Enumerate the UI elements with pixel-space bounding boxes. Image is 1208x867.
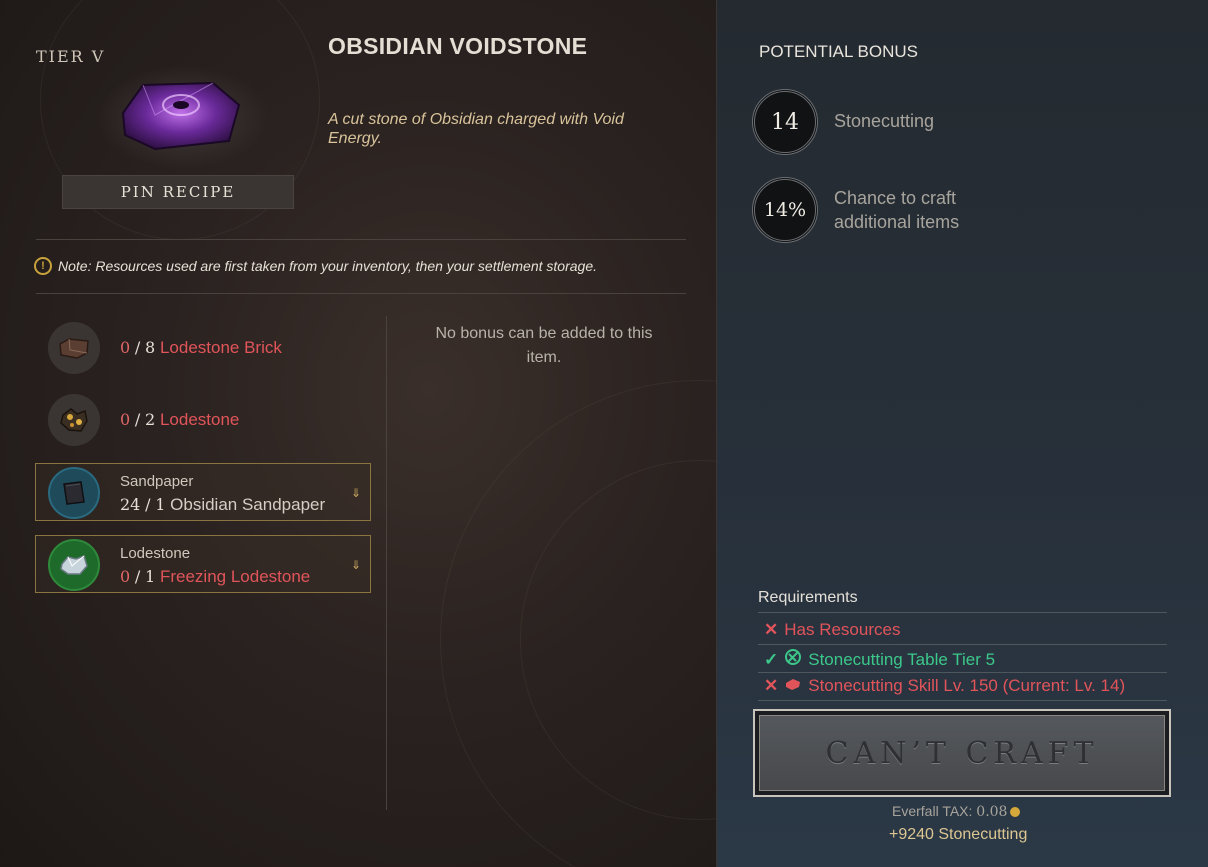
- divider: [758, 700, 1167, 701]
- chevron-down-icon[interactable]: ⇓: [351, 558, 361, 572]
- check-icon: ✓: [764, 649, 779, 669]
- tax-label: Everfall TAX:: [892, 803, 973, 819]
- need-qty: 8: [145, 338, 156, 357]
- coin-icon: [1010, 807, 1021, 817]
- item-title: OBSIDIAN VOIDSTONE: [328, 33, 588, 59]
- tier-label: TIER V: [36, 47, 106, 66]
- obsidian-sandpaper-icon: [48, 467, 100, 519]
- have-qty: 0: [120, 567, 131, 586]
- chevron-down-icon[interactable]: ⇓: [351, 486, 361, 500]
- chance-label-line: additional items: [834, 212, 960, 232]
- pin-recipe-button[interactable]: PIN RECIPE: [62, 175, 294, 209]
- need-qty: 1: [145, 567, 156, 586]
- requirement-skill: ✕ Stonecutting Skill Lv. 150 (Current: L…: [764, 676, 1125, 696]
- resource-row-lodestone-brick[interactable]: 0 / 8 Lodestone Brick: [48, 322, 282, 374]
- warning-icon: !: [34, 257, 52, 275]
- stonecutting-skill-icon: [784, 676, 802, 696]
- close-icon: ✕: [764, 676, 779, 695]
- requirement-text: Stonecutting Table Tier 5: [808, 649, 996, 669]
- inventory-note: ! Note: Resources used are first taken f…: [34, 257, 597, 275]
- column-divider: [386, 316, 387, 810]
- obsidian-voidstone-icon: [95, 65, 270, 170]
- craft-button-label: CAN’T CRAFT: [759, 715, 1165, 791]
- requirement-has-resources: ✕ Has Resources: [764, 620, 900, 640]
- have-qty: 0: [120, 338, 131, 357]
- resource-category: Sandpaper: [120, 473, 194, 490]
- stonecutting-table-icon: [784, 648, 802, 671]
- resource-select-sandpaper[interactable]: Sandpaper 24 / 1 Obsidian Sandpaper ⇓: [35, 463, 371, 521]
- no-bonus-text: No bonus can be added to this item.: [435, 325, 653, 366]
- chance-badge: 14%: [752, 177, 818, 243]
- resource-row-lodestone[interactable]: 0 / 2 Lodestone: [48, 394, 239, 446]
- lodestone-icon: [48, 394, 100, 446]
- requirement-station: ✓ Stonecutting Table Tier 5: [764, 648, 995, 671]
- potential-bonus-title: POTENTIAL BONUS: [759, 42, 919, 61]
- craft-button[interactable]: CAN’T CRAFT: [753, 709, 1171, 797]
- resource-select-lodestone[interactable]: Lodestone 0 / 1 Freezing Lodestone ⇓: [35, 535, 371, 593]
- skill-label: Stonecutting: [834, 111, 935, 131]
- have-qty: 0: [120, 410, 131, 429]
- need-qty: 2: [145, 410, 156, 429]
- resource-name: Freezing Lodestone: [159, 567, 311, 586]
- qty-separator: /: [134, 338, 141, 357]
- requirement-text: Has Resources: [784, 620, 901, 639]
- tax-info: Everfall TAX: 0.08: [892, 803, 1021, 820]
- resource-name: Lodestone: [159, 410, 240, 429]
- qty-separator: /: [134, 567, 141, 586]
- divider: [36, 239, 686, 240]
- note-text: Note: Resources used are first taken fro…: [58, 258, 597, 274]
- need-qty: 1: [155, 495, 166, 514]
- tax-value: 0.08: [976, 804, 1008, 820]
- item-description: A cut stone of Obsidian charged with Voi…: [328, 111, 624, 147]
- close-icon: ✕: [764, 620, 779, 639]
- qty-separator: /: [145, 495, 151, 514]
- resource-name: Obsidian Sandpaper: [170, 495, 326, 514]
- chance-label-line: Chance to craft: [834, 188, 957, 208]
- divider: [758, 612, 1167, 613]
- skill-level-badge: 14: [752, 89, 818, 155]
- resource-name: Lodestone Brick: [159, 338, 282, 357]
- lodestone-brick-icon: [48, 322, 100, 374]
- qty-separator: /: [134, 410, 141, 429]
- divider: [758, 644, 1167, 645]
- divider: [758, 672, 1167, 673]
- requirement-text: Stonecutting Skill Lv. 150 (Current: Lv.…: [808, 676, 1126, 695]
- have-qty: 24: [120, 495, 141, 514]
- resource-category: Lodestone: [120, 545, 191, 562]
- xp-gain: +9240 Stonecutting: [889, 826, 1028, 843]
- freezing-lodestone-icon: [48, 539, 100, 591]
- divider: [36, 293, 686, 294]
- requirements-title: Requirements: [758, 589, 858, 606]
- chance-label: Chance to craft additional items: [834, 186, 959, 234]
